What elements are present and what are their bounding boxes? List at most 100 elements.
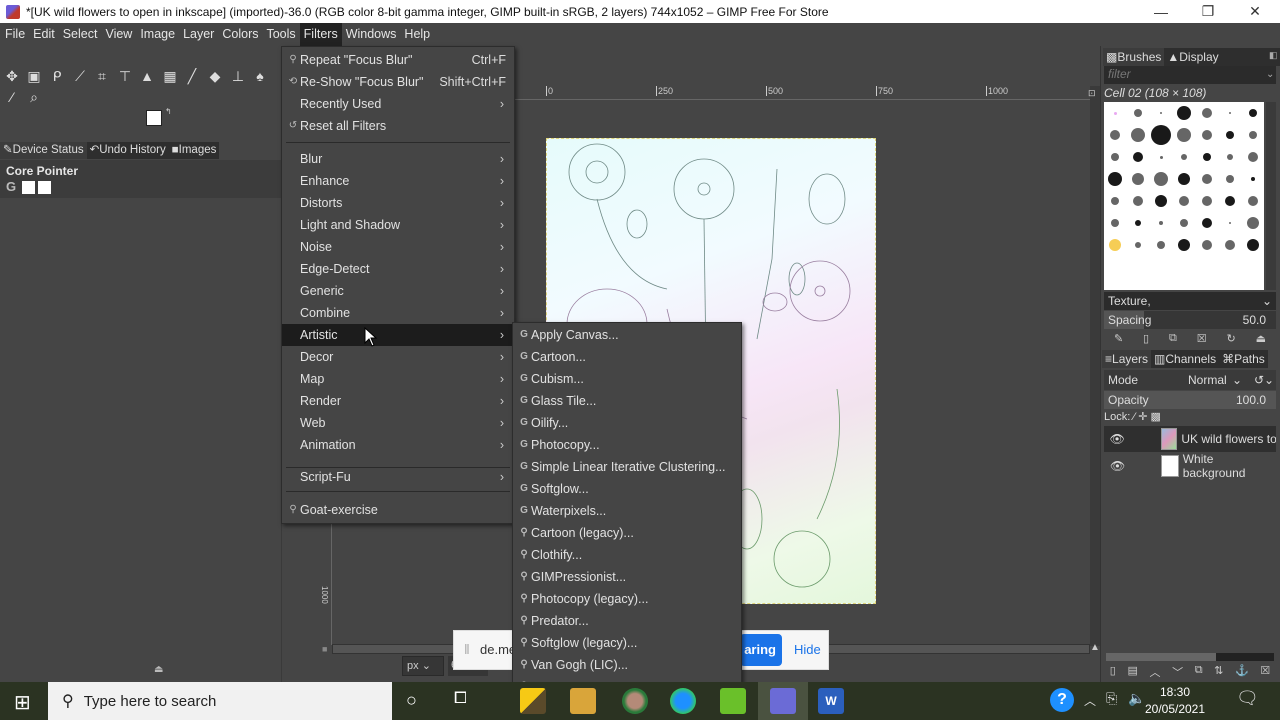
minimize-button[interactable]: — [1138,0,1184,23]
brush-cell[interactable] [1241,146,1264,168]
smudge-tool-icon[interactable]: ♠ [250,66,270,86]
brush-cell[interactable] [1127,212,1150,234]
menu-item-artistic-filter[interactable]: ⚲ Van Gogh (LIC)... [513,654,741,676]
menu-item-artistic-filter[interactable]: ⚲ Clothify... [513,544,741,566]
duplicate-brush-icon[interactable]: ⧉ [1169,332,1177,345]
lasso-tool-icon[interactable]: ᑭ [47,66,67,86]
visibility-eye-icon[interactable]: 👁 [1108,459,1127,473]
taskbar-clock[interactable]: 18:30 20/05/2021 [1140,682,1210,720]
clone-tool-icon[interactable]: ⊥ [228,66,248,86]
brush-cell[interactable] [1173,212,1196,234]
brush-cell[interactable] [1127,234,1150,256]
warp-tool-icon[interactable]: ▲ [137,66,157,86]
brush-cell[interactable] [1127,190,1150,212]
brush-cell[interactable] [1150,168,1173,190]
brush-filter-input[interactable]: filter [1104,66,1276,84]
menu-item-script-fu[interactable]: Script-Fu › [282,466,514,488]
tab-display-navigation[interactable]: ▲Display Navigation [1164,48,1280,82]
windows-start-icon[interactable]: ⊞ [14,690,31,715]
taskbar-search-input[interactable]: ⚲ Type here to search [48,682,392,720]
brush-cell[interactable] [1150,102,1173,124]
menu-item-artistic[interactable]: Artistic › [282,324,514,346]
meet-now-icon[interactable]: ⎘ [1106,690,1117,707]
brush-grid[interactable] [1104,102,1264,290]
menu-item-artistic-filter[interactable]: ⚲ Predator... [513,610,741,632]
vertical-scrollbar[interactable] [1090,86,1100,646]
hide-button[interactable]: Hide [794,634,824,666]
raise-layer-icon[interactable]: ︿ [1149,664,1160,680]
brush-cell[interactable] [1150,146,1173,168]
menu-item-animation[interactable]: Animation › [282,434,514,456]
visibility-eye-icon[interactable]: 👁 [1108,432,1127,446]
menu-item-artistic-filter[interactable]: G Oilify... [513,412,741,434]
tab-paths[interactable]: ⌘Paths [1219,350,1268,368]
task-view-icon[interactable]: ⧠ [454,690,467,708]
taskbar-app-chrome-profile[interactable] [622,688,648,714]
menu-item-recently-used[interactable]: Recently Used › [282,93,514,115]
brush-cell[interactable] [1173,146,1196,168]
menu-item-goat-exercise[interactable]: ⚲ Goat-exercise [282,499,514,521]
move-tool-icon[interactable]: ✥ [2,66,22,86]
eraser-tool-icon[interactable]: ◆ [205,66,225,86]
brush-cell[interactable] [1195,190,1218,212]
brush-cell[interactable] [1127,146,1150,168]
navigate-icon[interactable]: ▲ [1090,642,1100,653]
lock-alpha-icon[interactable]: ▩ [1151,411,1161,423]
menu-filters[interactable]: Filters [299,23,342,46]
tab-brushes[interactable]: ▩Brushes [1103,48,1165,66]
brush-cell[interactable] [1195,234,1218,256]
brush-cell[interactable] [1173,168,1196,190]
tab-undo-history[interactable]: ↶Undo History [86,142,169,159]
menu-item-artistic-filter[interactable]: G Apply Canvas... [513,324,741,346]
brush-cell[interactable] [1195,146,1218,168]
opacity-slider[interactable]: Opacity 100.0 [1104,391,1276,409]
notifications-icon[interactable]: 🗨 [1236,688,1259,709]
show-hidden-icons-chevron[interactable]: ︿ [1084,692,1096,709]
help-tray-icon[interactable]: ? [1050,688,1074,712]
menu-item-artistic-filter[interactable]: G Waterpixels... [513,500,741,522]
taskbar-app-edge[interactable] [670,688,696,714]
menu-item-distorts[interactable]: Distorts › [282,192,514,214]
transform-tool-icon[interactable]: ⊤ [115,66,135,86]
menu-edit[interactable]: Edit [29,23,59,46]
menu-item-artistic-filter[interactable]: G Photocopy... [513,434,741,456]
edit-brush-icon[interactable]: ✎ [1114,332,1123,345]
tab-device-status[interactable]: ✎Device Status [0,142,87,159]
menu-item-artistic-filter[interactable]: G Softglow... [513,478,741,500]
brush-cell[interactable] [1218,146,1241,168]
brush-cell[interactable] [1104,124,1127,146]
brush-cell[interactable] [1173,234,1196,256]
layers-hscrollbar[interactable] [1106,653,1274,661]
gradient-tool-icon[interactable]: ▦ [160,66,180,86]
new-layer-group-icon[interactable]: ▤ [1127,664,1137,680]
cortana-icon[interactable]: ○ [406,690,417,711]
refresh-brushes-icon[interactable]: ↻ [1227,332,1236,345]
brush-cell[interactable] [1218,190,1241,212]
menu-item-artistic-filter[interactable]: ⚲ Photocopy (legacy)... [513,588,741,610]
brush-cell[interactable] [1150,124,1173,146]
menu-item-edge-detect[interactable]: Edge-Detect › [282,258,514,280]
dock-menu-icon[interactable]: ◧ [1269,50,1278,61]
menu-image[interactable]: Image [136,23,179,46]
menu-item-noise[interactable]: Noise › [282,236,514,258]
swap-colors-icon[interactable]: ↰ [165,107,172,116]
close-button[interactable]: ✕ [1232,0,1278,23]
brush-cell[interactable] [1218,234,1241,256]
brush-cell[interactable] [1241,190,1264,212]
duplicate-layer-icon[interactable]: ⧉ [1195,664,1203,680]
menu-item-reset-all-filters[interactable]: ↺ Reset all Filters [282,115,514,137]
composite-mode-icon[interactable]: ↺⌄ [1254,370,1274,390]
zoom-fit-icon[interactable]: ⊡ [1088,88,1096,99]
menu-item-combine[interactable]: Combine › [282,302,514,324]
menu-select[interactable]: Select [59,23,102,46]
menu-item-artistic-filter[interactable]: G Glass Tile... [513,390,741,412]
brush-cell[interactable] [1173,124,1196,146]
brush-cell[interactable] [1150,234,1173,256]
delete-brush-icon[interactable]: ☒ [1197,332,1207,345]
taskbar-app-gimp-active[interactable] [758,682,808,720]
filter-dropdown-icon[interactable]: ⌄ [1266,69,1274,80]
rect-select-tool-icon[interactable]: ▣ [24,66,44,86]
menu-item-generic[interactable]: Generic › [282,280,514,302]
horizontal-ruler[interactable]: 0 250 500 750 1000 [514,86,1090,100]
unit-select[interactable]: px ⌄ [402,656,444,676]
